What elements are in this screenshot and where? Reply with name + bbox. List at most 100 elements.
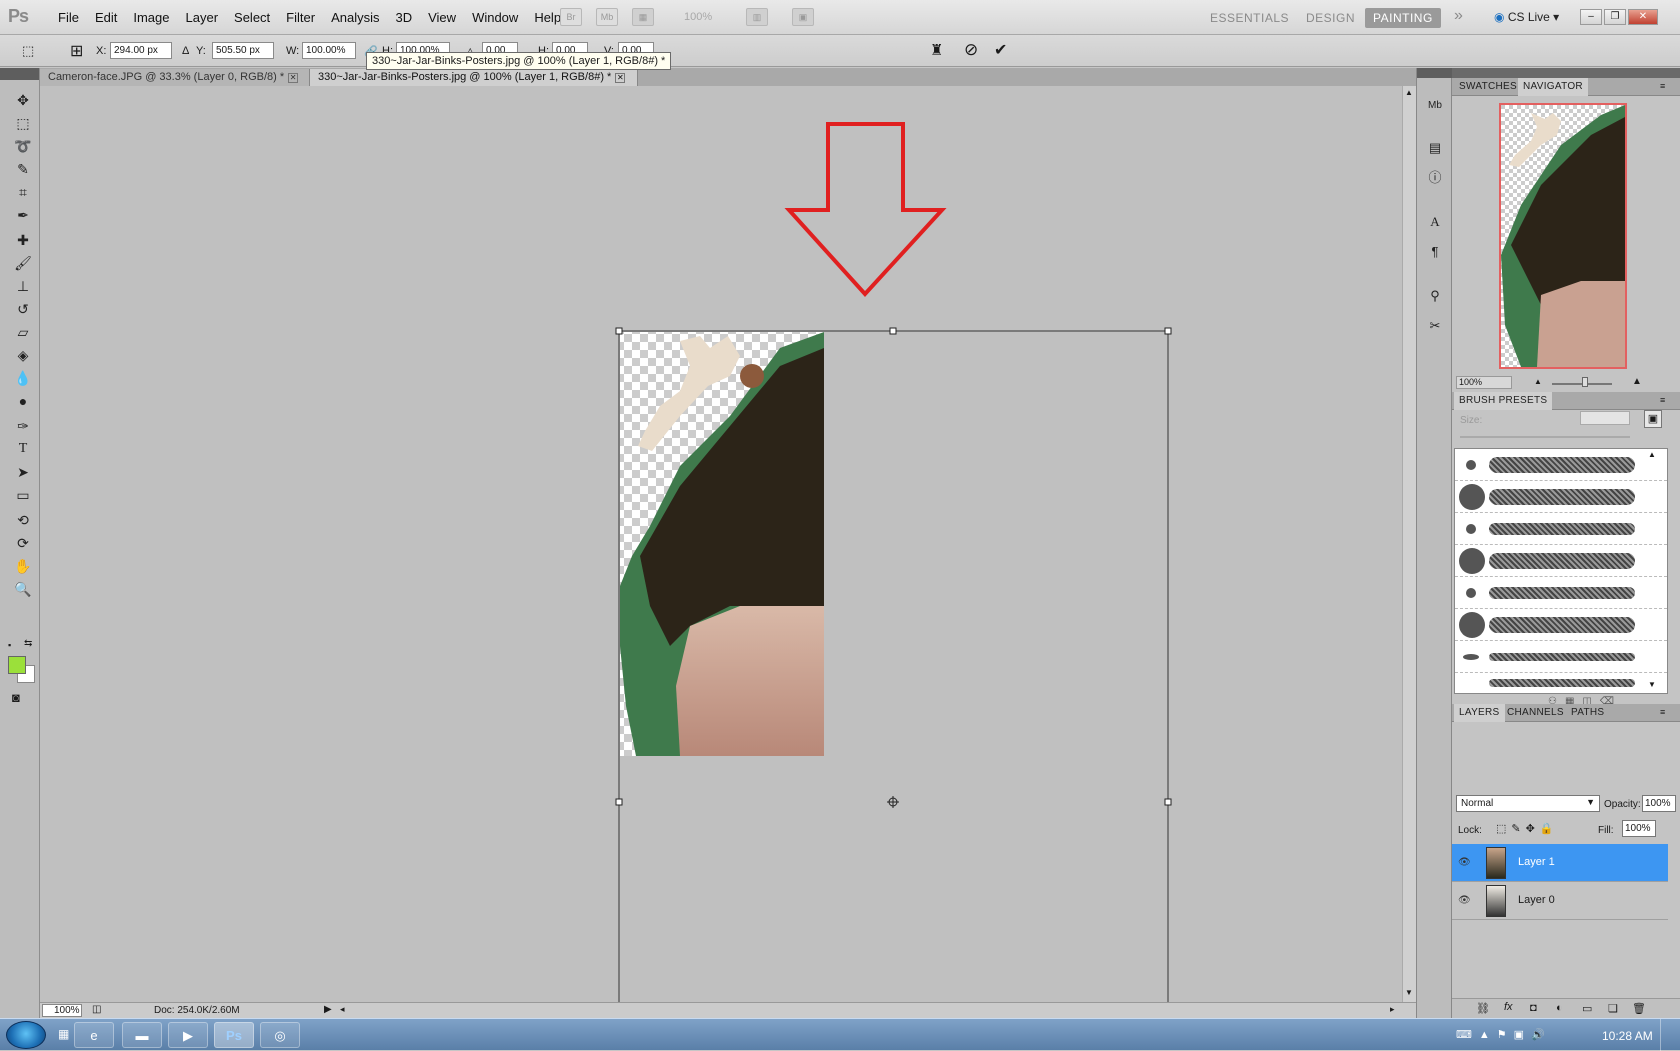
panel-header[interactable]	[1452, 68, 1680, 78]
file-explorer-icon[interactable]: ▬	[122, 1022, 162, 1048]
zoom-slider-handle[interactable]	[1582, 377, 1588, 387]
internet-explorer-icon[interactable]: e	[74, 1022, 114, 1048]
brush-list-scroll-down-icon[interactable]: ▼	[1648, 680, 1656, 689]
blur-tool-icon[interactable]: 💧	[12, 368, 34, 388]
layer-row-layer-0[interactable]: 👁 Layer 0	[1452, 882, 1668, 920]
status-menu-arrow-icon[interactable]: ▶	[324, 1004, 332, 1015]
paragraph-panel-icon[interactable]: ¶	[1425, 242, 1445, 262]
tool-presets-panel-icon[interactable]: ✂	[1425, 316, 1445, 336]
media-player-icon[interactable]: ▶	[168, 1022, 208, 1048]
y-field[interactable]: 505.50 px	[212, 42, 274, 59]
3d-orbit-tool-icon[interactable]: ⟳	[12, 533, 34, 553]
lasso-tool-icon[interactable]: ➰	[12, 136, 34, 156]
quick-mask-icon[interactable]: ◙	[12, 690, 20, 705]
marquee-tool-icon[interactable]: ⬚	[12, 113, 34, 133]
dodge-tool-icon[interactable]: ●	[12, 391, 34, 411]
layer-row-layer-1[interactable]: 👁 Layer 1	[1452, 844, 1668, 882]
eraser-tool-icon[interactable]: ▱	[12, 322, 34, 342]
more-workspaces-icon[interactable]: »	[1446, 6, 1471, 26]
panel-menu-icon[interactable]: ≡	[1660, 395, 1665, 405]
adjustment-layer-icon[interactable]: ◐	[1556, 1002, 1563, 1014]
commit-transform-icon[interactable]: ✔	[994, 40, 1007, 60]
scroll-down-icon[interactable]: ▼	[1405, 988, 1413, 997]
menu-file[interactable]: File	[50, 10, 87, 25]
arrange-documents-icon[interactable]: ▥	[746, 8, 768, 26]
clone-stamp-tool-icon[interactable]: ⊥	[12, 276, 34, 296]
workspace-essentials[interactable]: ESSENTIALS	[1202, 8, 1297, 28]
brush-size-field[interactable]	[1580, 411, 1630, 425]
photoshop-taskbar-icon[interactable]: Ps	[214, 1022, 254, 1048]
paint-bucket-tool-icon[interactable]: ◈	[12, 345, 34, 365]
brush-list-scroll-up-icon[interactable]: ▲	[1648, 450, 1656, 459]
cs-live-menu[interactable]: ◉ CS Live ▾	[1494, 10, 1559, 24]
show-desktop-icon[interactable]: ▦	[58, 1027, 69, 1041]
brush-preset[interactable]	[1455, 673, 1667, 693]
close-tab-icon[interactable]: ✕	[288, 73, 299, 83]
character-panel-icon[interactable]: A	[1425, 212, 1445, 232]
menu-edit[interactable]: Edit	[87, 10, 125, 25]
menu-select[interactable]: Select	[226, 10, 278, 25]
tab-swatches[interactable]: SWATCHES	[1454, 80, 1522, 93]
navigator-zoom-field[interactable]: 100%	[1456, 376, 1512, 389]
warp-mode-icon[interactable]: ♜	[930, 41, 943, 59]
shape-tool-icon[interactable]: ▭	[12, 485, 34, 505]
minimize-button[interactable]: ‒	[1580, 9, 1602, 25]
menu-image[interactable]: Image	[125, 10, 177, 25]
tab-jar-jar-posters[interactable]: 330~Jar-Jar-Binks-Posters.jpg @ 100% (La…	[310, 69, 638, 86]
brush-preset[interactable]	[1455, 449, 1667, 481]
menu-analysis[interactable]: Analysis	[323, 10, 387, 25]
clone-source-panel-icon[interactable]: ⚲	[1425, 286, 1445, 306]
fill-field[interactable]: 100%	[1622, 820, 1656, 837]
blend-mode-select[interactable]: Normal ▼	[1456, 795, 1600, 812]
type-tool-icon[interactable]: T	[12, 439, 34, 459]
opacity-field[interactable]: 100%	[1642, 795, 1676, 812]
transform-tool-icon[interactable]: ⬚	[22, 43, 34, 59]
tab-layers[interactable]: LAYERS	[1454, 704, 1505, 722]
brush-tool-icon[interactable]: 🖌	[12, 253, 34, 273]
visibility-eye-icon[interactable]: 👁	[1458, 857, 1471, 868]
workspace-painting[interactable]: PAINTING	[1365, 8, 1441, 28]
tab-paths[interactable]: PATHS	[1566, 706, 1609, 719]
brush-size-slider[interactable]	[1460, 436, 1630, 438]
show-desktop-button[interactable]	[1660, 1019, 1680, 1051]
workspace-design[interactable]: DESIGN	[1298, 8, 1363, 28]
close-button[interactable]: ✕	[1628, 9, 1658, 25]
zoom-level-menu[interactable]: 100%	[684, 11, 712, 23]
healing-brush-tool-icon[interactable]: ✚	[12, 230, 34, 250]
visibility-eye-icon[interactable]: 👁	[1458, 895, 1471, 906]
cancel-transform-icon[interactable]: ⊘	[964, 40, 978, 60]
restore-button[interactable]: ❐	[1604, 9, 1626, 25]
brush-preset[interactable]	[1455, 513, 1667, 545]
toggle-brush-panel-icon[interactable]: ▣	[1644, 410, 1662, 428]
reference-point-icon[interactable]: ⊞	[70, 41, 83, 61]
zoom-status-field[interactable]: 100%	[42, 1004, 82, 1017]
new-group-icon[interactable]: ▭	[1582, 1002, 1592, 1015]
tab-channels[interactable]: CHANNELS	[1502, 706, 1569, 719]
add-mask-icon[interactable]: ◘	[1530, 1002, 1537, 1014]
brush-preset[interactable]	[1455, 481, 1667, 513]
info-panel-icon[interactable]: ⓘ	[1425, 168, 1445, 188]
lock-options-icons[interactable]: ⬚✎✥🔒	[1496, 822, 1559, 835]
brush-preset[interactable]	[1455, 641, 1667, 673]
brush-preset[interactable]	[1455, 577, 1667, 609]
default-colors-icon[interactable]: ▪	[8, 640, 11, 650]
canvas-area[interactable]	[40, 86, 1402, 1002]
swap-colors-icon[interactable]: ⇆	[24, 638, 32, 649]
delete-layer-icon[interactable]: 🗑	[1632, 1002, 1646, 1015]
link-layers-icon[interactable]: ⛓	[1476, 1002, 1490, 1015]
3d-rotate-tool-icon[interactable]: ⟲	[12, 510, 34, 530]
menu-window[interactable]: Window	[464, 10, 526, 25]
strip-header[interactable]	[1417, 68, 1453, 78]
scroll-right-icon[interactable]: ▸	[1390, 1004, 1395, 1015]
toolbox-header[interactable]	[0, 68, 39, 80]
hand-tool-icon[interactable]: ✋	[12, 556, 34, 576]
pen-tool-icon[interactable]: ✑	[12, 416, 34, 436]
menu-3d[interactable]: 3D	[387, 10, 420, 25]
close-tab-icon[interactable]: ✕	[615, 73, 626, 83]
navigator-preview[interactable]	[1499, 103, 1627, 369]
system-clock[interactable]: 10:28 AM	[1602, 1029, 1653, 1043]
move-tool-icon[interactable]: ✥	[12, 90, 34, 110]
tab-navigator[interactable]: NAVIGATOR	[1518, 78, 1588, 96]
panel-menu-icon[interactable]: ≡	[1660, 81, 1665, 91]
zoom-in-icon[interactable]: ▲	[1632, 376, 1642, 387]
